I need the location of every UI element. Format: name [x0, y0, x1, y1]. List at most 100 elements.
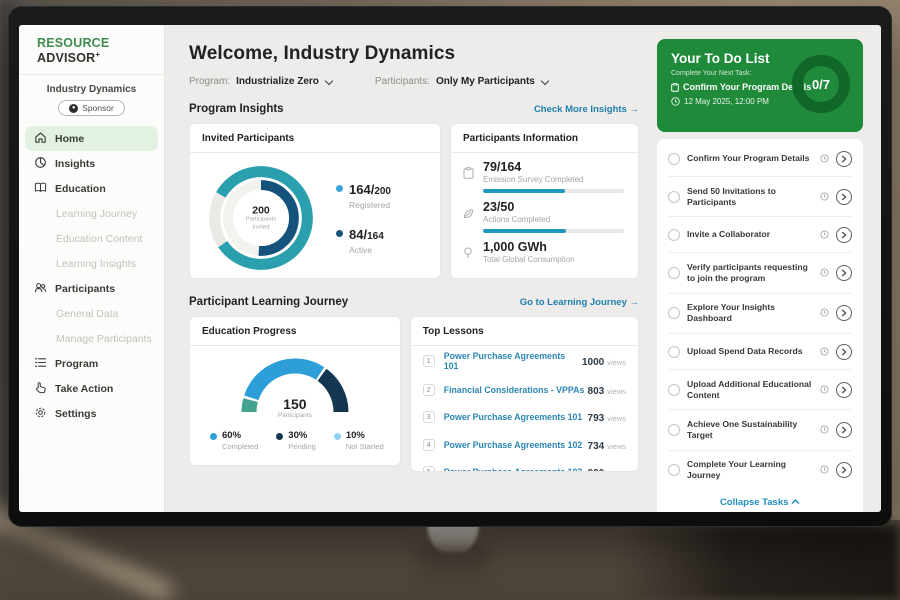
info-row: 79/164Emission Survey Completed — [463, 160, 624, 193]
invited-participants-title: Invited Participants — [190, 124, 440, 153]
sidebar-item-learning-journey[interactable]: Learning Journey — [25, 201, 158, 226]
task-open-button[interactable] — [836, 189, 852, 205]
sidebar-item-learning-insights[interactable]: Learning Insights — [25, 251, 158, 276]
task-open-button[interactable] — [836, 344, 852, 360]
sidebar-item-label: Education — [55, 183, 106, 195]
legend-dot — [336, 185, 343, 192]
progress-bar — [483, 229, 624, 233]
lesson-row: 1Power Purchase Agreements 1011000views — [411, 346, 638, 376]
app-logo: RESOURCE ADVISOR+ — [19, 25, 164, 75]
education-progress-card: Education Progress 150 Participants 60%C… — [189, 316, 401, 466]
donut-legend-item: 164/200Registered — [336, 181, 391, 210]
filter-value: Industrialize Zero — [236, 76, 319, 87]
sidebar-item-education-content[interactable]: Education Content — [25, 226, 158, 251]
sidebar-item-manage-participants[interactable]: Manage Participants — [25, 326, 158, 351]
filter-program[interactable]: Program:Industrialize Zero — [189, 76, 333, 87]
info-row: 1,000 GWhTotal Global Consumption — [463, 240, 624, 264]
chevron-down-icon — [541, 78, 549, 86]
task-open-button[interactable] — [836, 462, 852, 478]
lesson-views-count: 1000 — [582, 357, 604, 368]
clock-icon — [671, 97, 680, 106]
lesson-views-label: views — [607, 469, 626, 472]
task-checkbox[interactable] — [668, 464, 680, 476]
task-checkbox[interactable] — [668, 191, 680, 203]
info-row: 23/50Actions Completed — [463, 200, 624, 233]
photo-dark-corner — [620, 525, 900, 600]
clock-icon — [820, 226, 829, 244]
lesson-row: 2Financial Considerations - VPPAs803view… — [411, 376, 638, 404]
sidebar-item-label: General Data — [56, 308, 118, 320]
lesson-title-link[interactable]: Power Purchase Agreements 103 — [444, 467, 588, 472]
task-checkbox[interactable] — [668, 424, 680, 436]
task-open-button[interactable] — [836, 382, 852, 398]
lesson-row: 5Power Purchase Agreements 103600views — [411, 458, 638, 472]
top-lessons-title: Top Lessons — [411, 317, 638, 346]
collapse-tasks-link[interactable]: Collapse Tasks — [668, 490, 852, 512]
donut-legend-item: 84/164Active — [336, 226, 391, 255]
task-label: Verify participants requesting to join t… — [687, 262, 813, 284]
lesson-title-link[interactable]: Power Purchase Agreements 102 — [444, 440, 588, 450]
task-label: Invite a Collaborator — [687, 229, 813, 240]
logo-advisor: ADVISOR — [37, 51, 95, 65]
sidebar-item-insights[interactable]: Insights — [25, 151, 158, 176]
sidebar-item-education[interactable]: Education — [25, 176, 158, 201]
go-to-learning-journey-link[interactable]: Go to Learning Journey → — [520, 297, 639, 308]
clipboard-icon — [463, 160, 475, 193]
gauge-center-value: 150 — [278, 396, 312, 412]
arrow-right-icon: → — [630, 297, 640, 308]
task-open-button[interactable] — [836, 227, 852, 243]
filter-participants[interactable]: Participants: Only My Participants — [375, 76, 549, 87]
task-checkbox[interactable] — [668, 346, 680, 358]
sidebar-nav: Home Insights Education Learning JourneyEdu… — [19, 126, 164, 426]
task-open-button[interactable] — [836, 265, 852, 281]
lesson-title-link[interactable]: Financial Considerations - VPPAs — [444, 385, 588, 395]
task-checkbox[interactable] — [668, 153, 680, 165]
monitor-stand-shadow — [418, 545, 488, 600]
task-open-button[interactable] — [836, 305, 852, 321]
task-open-button[interactable] — [836, 422, 852, 438]
todo-task-item: Explore Your Insights Dashboard — [668, 293, 852, 333]
clock-icon — [820, 150, 829, 168]
filter-label: Participants: — [375, 76, 430, 87]
sidebar-item-participants[interactable]: Participants — [25, 276, 158, 301]
lesson-views-count: 600 — [588, 468, 605, 472]
donut-center-value: 200 — [246, 204, 276, 216]
page-title: Welcome, Industry Dynamics — [189, 43, 639, 65]
check-more-insights-link[interactable]: Check More Insights → — [534, 104, 639, 115]
info-value: 79/164 — [483, 160, 624, 174]
leaf-icon — [463, 200, 475, 233]
settings-icon — [34, 406, 47, 422]
task-checkbox[interactable] — [668, 267, 680, 279]
participants-information-title: Participants Information — [451, 124, 638, 153]
sidebar-item-general-data[interactable]: General Data — [25, 301, 158, 326]
lesson-views-label: views — [607, 414, 626, 423]
lesson-title-link[interactable]: Power Purchase Agreements 101 — [444, 412, 588, 422]
sidebar-item-program[interactable]: Program — [25, 351, 158, 376]
logo-resource: RESOURCE — [37, 36, 109, 50]
sidebar-item-settings[interactable]: Settings — [25, 401, 158, 426]
task-label: Complete Your Learning Journey — [687, 459, 813, 481]
task-checkbox[interactable] — [668, 384, 680, 396]
invited-participants-card: Invited Participants 200 ParticipantsInv… — [189, 123, 441, 279]
task-checkbox[interactable] — [668, 229, 680, 241]
filter-value: Only My Participants — [436, 76, 535, 87]
task-open-button[interactable] — [836, 151, 852, 167]
sidebar-item-label: Manage Participants — [56, 333, 152, 345]
legend-dot — [336, 230, 343, 237]
lesson-row: 4Power Purchase Agreements 102734views — [411, 431, 638, 459]
task-checkbox[interactable] — [668, 307, 680, 319]
info-label: Actions Completed — [483, 215, 624, 224]
program-insights-title: Program Insights — [189, 103, 284, 115]
sidebar-item-label: Insights — [55, 158, 95, 170]
todo-column: Your To Do List Complete Your Next Task:… — [653, 25, 881, 512]
lesson-views-label: views — [607, 442, 626, 451]
sponsor-badge-icon: ● — [69, 104, 78, 113]
invited-donut-chart: 200 ParticipantsInvited — [200, 157, 322, 279]
lesson-title-link[interactable]: Power Purchase Agreements 101 — [444, 351, 582, 371]
sidebar-item-home[interactable]: Home — [25, 126, 158, 151]
legend-dot — [210, 433, 217, 440]
top-lessons-card: Top Lessons 1Power Purchase Agreements 1… — [410, 316, 639, 472]
sidebar-item-take-action[interactable]: Take Action — [25, 376, 158, 401]
learning-journey-title: Participant Learning Journey — [189, 296, 348, 308]
dashboard-screen: RESOURCE ADVISOR+ Industry Dynamics ● Sp… — [19, 25, 881, 512]
